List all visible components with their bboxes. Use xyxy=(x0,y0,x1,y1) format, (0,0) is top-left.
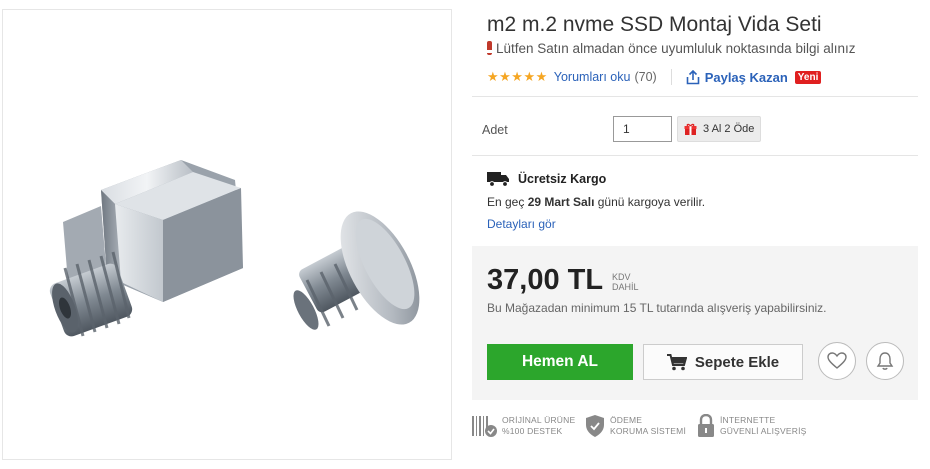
shipping-suffix: günü kargoya verilir. xyxy=(597,195,706,209)
vat-line1: KDV xyxy=(612,272,631,282)
secure-shopping-text: İNTERNETTE GÜVENLİ ALIŞVERİŞ xyxy=(720,415,807,437)
price: 37,00 TL xyxy=(487,264,604,296)
lock-icon xyxy=(698,414,714,437)
favorite-button[interactable] xyxy=(818,342,856,380)
payment-line2: KORUMA SİSTEMİ xyxy=(610,426,687,436)
secure-line1: İNTERNETTE xyxy=(720,415,776,425)
divider xyxy=(670,69,672,85)
minimum-order-note: Bu Mağazadan minimum 15 TL tutarında alı… xyxy=(487,301,827,315)
cart-icon xyxy=(666,353,687,370)
free-shipping-title: Ücretsiz Kargo xyxy=(518,172,607,186)
shield-icon xyxy=(586,415,604,437)
original-line2: %100 DESTEK xyxy=(502,426,563,436)
product-title: m2 m.2 nvme SSD Montaj Vida Seti xyxy=(487,13,822,36)
quantity-input[interactable] xyxy=(613,116,672,142)
add-to-cart-label: Sepete Ekle xyxy=(694,353,780,371)
quantity-label: Adet xyxy=(482,123,508,137)
promo-badge[interactable]: 3 Al 2 Öde xyxy=(677,116,762,142)
bell-icon xyxy=(876,352,894,370)
read-reviews-link[interactable]: Yorumları oku xyxy=(554,70,631,84)
original-product-badge: ORİJİNAL ÜRÜNE %100 DESTEK xyxy=(472,414,575,438)
reviews-count: (70) xyxy=(634,70,657,84)
screw-set-image xyxy=(49,160,420,337)
vat-line2: DAHİL xyxy=(612,282,639,292)
compatibility-warning: Lütfen Satın almadan önce uyumluluk nokt… xyxy=(487,41,855,56)
barcode-icon xyxy=(472,416,497,437)
payment-protection-badge: ÖDEME KORUMA SİSTEMİ xyxy=(584,414,686,438)
free-shipping: Ücretsiz Kargo xyxy=(487,171,606,187)
heart-icon xyxy=(827,352,847,369)
divider xyxy=(472,96,918,97)
secure-line2: GÜVENLİ ALIŞVERİŞ xyxy=(720,426,807,436)
vat-included: KDV DAHİL xyxy=(612,272,639,292)
share-earn-button[interactable]: Paylaş Kazan xyxy=(686,69,788,85)
original-product-text: ORİJİNAL ÜRÜNE %100 DESTEK xyxy=(502,415,575,437)
promo-text: 3 Al 2 Öde xyxy=(703,123,755,135)
shipping-date-text: En geç 29 Mart Salı günü kargoya verilir… xyxy=(487,195,705,209)
gift-icon xyxy=(684,123,697,135)
rating-row: ★★★★★ Yorumları oku (70) Paylaş Kazan Ye… xyxy=(487,68,822,86)
buy-now-button[interactable]: Hemen AL xyxy=(487,344,633,380)
payment-line1: ÖDEME xyxy=(610,415,643,425)
payment-protection-text: ÖDEME KORUMA SİSTEMİ xyxy=(610,415,686,437)
shipping-details-link[interactable]: Detayları gör xyxy=(487,217,556,231)
exclamation-icon xyxy=(487,41,492,55)
truck-icon xyxy=(487,172,509,187)
share-icon xyxy=(686,69,699,84)
new-badge: Yeni xyxy=(794,70,822,84)
shipping-date: 29 Mart Salı xyxy=(527,195,595,209)
divider xyxy=(472,155,918,156)
product-image[interactable] xyxy=(2,9,452,460)
warning-text: Lütfen Satın almadan önce uyumluluk nokt… xyxy=(496,41,856,56)
star-rating: ★★★★★ xyxy=(487,69,548,84)
share-label: Paylaş Kazan xyxy=(704,69,788,85)
secure-shopping-badge: İNTERNETTE GÜVENLİ ALIŞVERİŞ xyxy=(696,414,807,438)
price-alert-button[interactable] xyxy=(866,342,904,380)
original-line1: ORİJİNAL ÜRÜNE xyxy=(502,415,576,425)
add-to-cart-button[interactable]: Sepete Ekle xyxy=(643,344,803,380)
shipping-prefix: En geç xyxy=(487,195,525,209)
price-box: 37,00 TL KDV DAHİL Bu Mağazadan minimum … xyxy=(472,246,918,400)
